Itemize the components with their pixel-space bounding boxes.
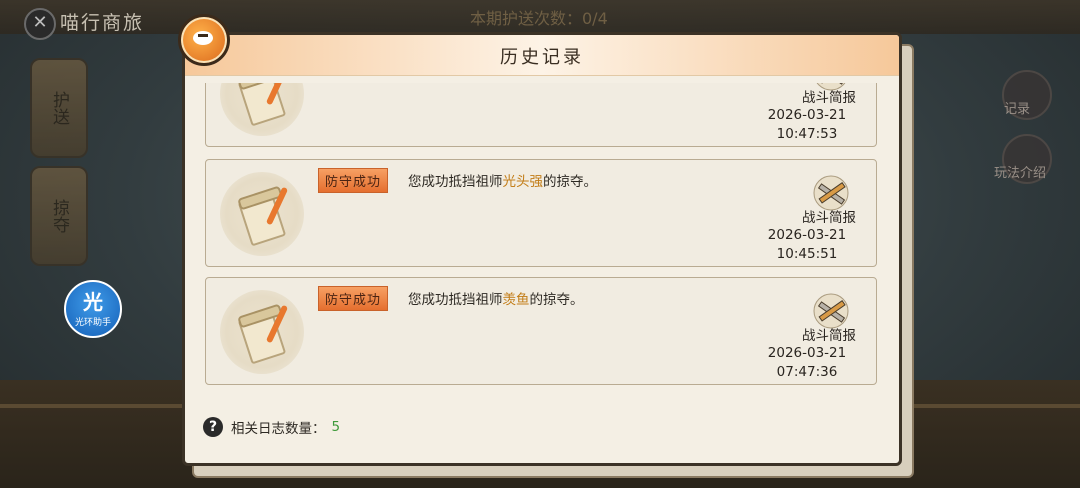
battle-report-link[interactable]: 战斗简报: [802, 324, 856, 344]
message-prefix: 您成功抵挡祖师: [408, 174, 503, 190]
escort-count: 本期护送次数：0/4: [470, 9, 608, 28]
log-count-value: 5: [331, 419, 341, 435]
record-date: 2026-03-21: [767, 107, 847, 123]
record-timestamp: 2026-03-21 10:47:53: [752, 106, 862, 144]
record-item: 战斗简报 2026-03-21 10:47:53: [205, 83, 877, 147]
record-time: 10:47:53: [776, 126, 838, 142]
scroll-icon: [220, 290, 304, 374]
helper-badge[interactable]: 光 光环助手: [64, 280, 122, 338]
message-suffix: 的掠夺。: [529, 292, 584, 308]
battle-report-link[interactable]: 战斗简报: [802, 86, 856, 106]
helper-glyph: 光: [83, 290, 103, 314]
record-button-label: 记录: [1004, 102, 1031, 117]
log-count-footer: ? 相关日志数量： 5: [203, 415, 340, 439]
record-item: 防守成功 您成功抵挡祖师光头强的掠夺。 战斗简报 2026-03-21 10:4…: [205, 159, 877, 267]
record-message: 您成功抵挡祖师光头强的掠夺。: [408, 170, 597, 190]
modal-title: 历史记录: [500, 47, 584, 68]
tab-escort[interactable]: 护送: [30, 58, 88, 158]
scroll-icon: [220, 83, 304, 136]
status-badge: 防守成功: [318, 168, 389, 193]
message-suffix: 的掠夺。: [543, 174, 597, 190]
status-badge: 防守成功: [318, 286, 389, 311]
tab-plunder[interactable]: 掠夺: [30, 166, 88, 266]
cat-emblem-icon: [178, 14, 230, 66]
close-icon[interactable]: ✕: [24, 8, 56, 40]
game-title: 喵行商旅: [60, 12, 145, 34]
scroll-icon: [220, 172, 304, 256]
battle-report-link[interactable]: 战斗简报: [802, 206, 856, 226]
attacker-name: 羡鱼: [502, 292, 530, 308]
record-timestamp: 2026-03-21 07:47:36: [752, 344, 862, 382]
attacker-name: 光头强: [502, 174, 544, 190]
record-timestamp: 2026-03-21 10:45:51: [752, 226, 862, 264]
record-item: 防守成功 您成功抵挡祖师羡鱼的掠夺。 战斗简报 2026-03-21 07:47…: [205, 277, 877, 385]
record-time: 07:47:36: [776, 364, 838, 380]
modal-header: 历史记录: [185, 35, 899, 76]
log-count-label: 相关日志数量：: [231, 421, 326, 437]
record-date: 2026-03-21: [767, 227, 847, 243]
rules-button-label: 玩法介绍: [994, 166, 1047, 181]
tab-plunder-label: 掠夺: [49, 199, 69, 233]
helper-label: 光环助手: [74, 318, 111, 328]
record-time: 10:45:51: [776, 246, 838, 262]
record-message: 您成功抵挡祖师羡鱼的掠夺。: [408, 288, 584, 308]
history-modal: 历史记录 战斗简报 2026-03-21 10:47:53 防守成功 您成功抵挡…: [182, 32, 902, 466]
record-date: 2026-03-21: [767, 345, 847, 361]
message-prefix: 您成功抵挡祖师: [408, 292, 503, 308]
tab-escort-label: 护送: [49, 91, 69, 125]
help-icon[interactable]: ?: [203, 417, 223, 437]
record-list[interactable]: 战斗简报 2026-03-21 10:47:53 防守成功 您成功抵挡祖师光头强…: [205, 83, 879, 401]
